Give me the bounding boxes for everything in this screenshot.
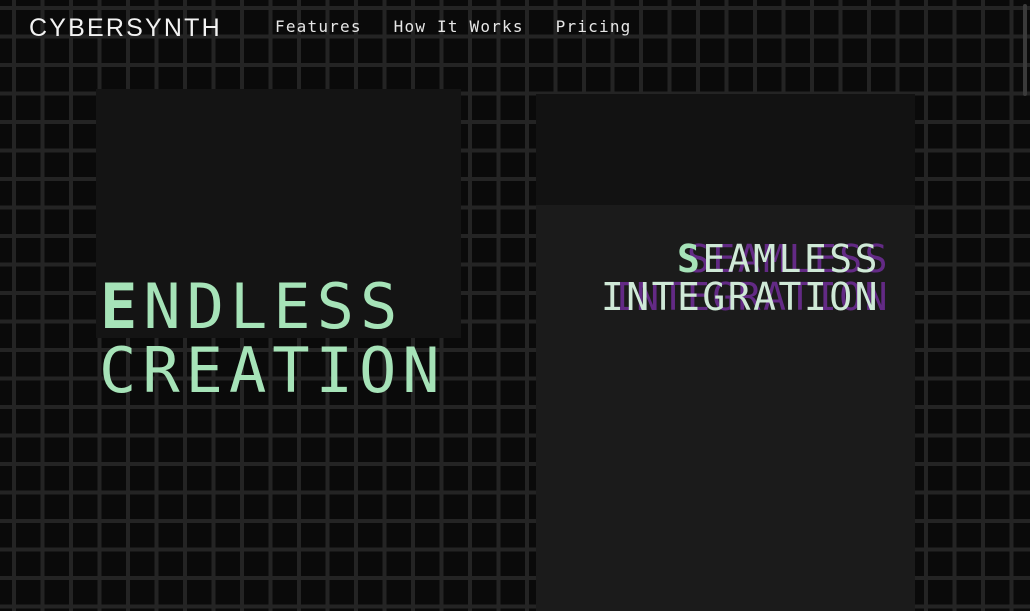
nav-link-features[interactable]: Features (275, 16, 362, 38)
headline-seamless-line: SEAMLESS SEAMLESS (601, 240, 888, 278)
headline-integration-main: INTEGRATION (600, 275, 880, 319)
headline-seamless-integration: SEAMLESS SEAMLESS INTEGRATION INTEGRATIO… (600, 240, 888, 319)
nav-link-pricing[interactable]: Pricing (556, 16, 632, 38)
feature-panel-right-top (536, 94, 915, 205)
headline-integration-line: INTEGRATION INTEGRATION (600, 275, 888, 319)
headline-endless-rest: NDLESS (143, 270, 404, 343)
headline-creation: CREATION (99, 334, 446, 407)
top-navigation: CYBERSYNTH Features How It Works Pricing (0, 0, 1030, 56)
brand-logo[interactable]: CYBERSYNTH (29, 14, 222, 42)
nav-link-how-it-works[interactable]: How It Works (394, 16, 524, 38)
headline-endless: ENDLESS (100, 276, 403, 338)
nav-links: Features How It Works Pricing (275, 16, 632, 38)
headline-endless-initial: E (100, 270, 144, 343)
